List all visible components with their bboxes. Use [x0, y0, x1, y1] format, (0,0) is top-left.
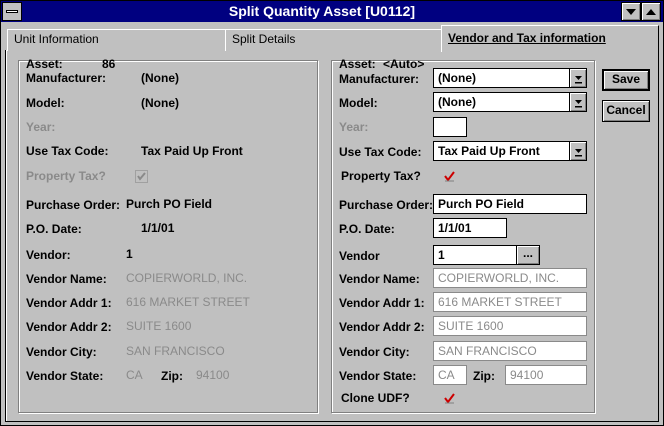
year-input[interactable] [433, 117, 467, 137]
window-title: Split Quantity Asset [U0112] [228, 3, 416, 19]
system-menu-icon[interactable] [2, 2, 22, 21]
cancel-button[interactable]: Cancel [602, 100, 650, 122]
model-selected: (None) [438, 95, 476, 109]
left-state-value: CA [126, 368, 143, 382]
right-manufacturer-label: Manufacturer: [339, 72, 420, 86]
left-manufacturer-label: Manufacturer: [26, 71, 107, 85]
left-property-tax-label: Property Tax? [26, 169, 106, 183]
vendor-state-field: CA [433, 365, 467, 385]
minimize-arrow-icon [626, 9, 636, 15]
maximize-arrow-icon [646, 9, 656, 15]
tab-unit-information[interactable]: Unit Information [7, 29, 227, 51]
original-values-group [18, 60, 318, 413]
dropdown-arrow-icon[interactable] [569, 142, 586, 160]
tab-vendor-and-tax-information[interactable]: Vendor and Tax information [441, 25, 659, 52]
manufacturer-dropdown[interactable]: (None) [433, 68, 587, 88]
left-asset-value: 86 [102, 57, 116, 71]
left-model-label: Model: [26, 96, 65, 110]
right-addr1-label: Vendor Addr 1: [339, 296, 425, 310]
left-addr1-label: Vendor Addr 1: [26, 296, 112, 310]
left-asset-label: Asset: [26, 57, 63, 71]
tab-label: Unit Information [14, 32, 99, 46]
left-po-date-value: 1/1/01 [141, 221, 175, 235]
right-state-label: Vendor State: [339, 369, 417, 383]
left-po-date-label: P.O. Date: [26, 222, 82, 236]
right-property-tax-label: Property Tax? [341, 169, 421, 183]
maximize-button[interactable] [641, 2, 661, 21]
right-po-date-label: P.O. Date: [339, 222, 395, 236]
left-po-value: Purch PO Field [126, 197, 213, 211]
split-quantity-asset-window: Split Quantity Asset [U0112] Unit Inform… [0, 0, 664, 426]
clone-udf-checkbox[interactable] [443, 392, 456, 405]
right-year-label: Year: [339, 120, 369, 134]
right-model-label: Model: [339, 96, 378, 110]
tab-strip: Unit Information Split Details Vendor an… [1, 22, 663, 52]
right-zip-label: Zip: [473, 369, 495, 383]
left-city-label: Vendor City: [26, 345, 97, 359]
use-tax-code-selected: Tax Paid Up Front [438, 144, 540, 158]
right-po-label: Purchase Order: [339, 198, 434, 212]
right-asset-value: <Auto> [383, 57, 425, 71]
left-year-label: Year: [26, 120, 56, 134]
vendor-addr1-field: 616 MARKET STREET [433, 292, 587, 312]
right-city-label: Vendor City: [339, 345, 410, 359]
property-tax-checkbox[interactable] [443, 170, 456, 183]
left-addr2-value: SUITE 1600 [126, 319, 192, 333]
vendor-lookup-button[interactable]: ... [516, 245, 540, 265]
dropdown-arrow-icon[interactable] [569, 69, 586, 87]
left-use-tax-label: Use Tax Code: [26, 144, 109, 158]
left-city-value: SAN FRANCISCO [126, 344, 225, 358]
vendor-name-field: COPIERWORLD, INC. [433, 268, 587, 288]
right-vendor-name-label: Vendor Name: [339, 272, 420, 286]
save-button[interactable]: Save [602, 69, 650, 91]
purchase-order-input[interactable]: Purch PO Field [433, 194, 587, 214]
left-model-value: (None) [141, 96, 179, 110]
left-vendor-name-label: Vendor Name: [26, 272, 107, 286]
manufacturer-selected: (None) [438, 71, 476, 85]
model-dropdown[interactable]: (None) [433, 92, 587, 112]
vendor-zip-field: 94100 [505, 365, 587, 385]
left-vendor-label: Vendor: [26, 248, 71, 262]
tab-label: Split Details [232, 32, 296, 46]
left-property-tax-checkmark-icon [135, 170, 148, 183]
use-tax-code-dropdown[interactable]: Tax Paid Up Front [433, 141, 587, 161]
left-vendor-name-value: COPIERWORLD, INC. [126, 271, 248, 285]
right-asset-label: Asset: [339, 57, 376, 71]
left-zip-label: Zip: [161, 369, 183, 383]
right-vendor-label: Vendor [339, 249, 380, 263]
left-zip-value: 94100 [196, 368, 230, 382]
right-addr2-label: Vendor Addr 2: [339, 320, 425, 334]
left-addr1-value: 616 MARKET STREET [126, 295, 250, 309]
left-po-label: Purchase Order: [26, 198, 121, 212]
dropdown-arrow-icon[interactable] [569, 93, 586, 111]
tab-split-details[interactable]: Split Details [225, 29, 443, 51]
minimize-button[interactable] [621, 2, 641, 21]
title-bar[interactable]: Split Quantity Asset [U0112] [1, 1, 663, 22]
vendor-city-field: SAN FRANCISCO [433, 341, 587, 361]
right-use-tax-label: Use Tax Code: [339, 145, 422, 159]
vendor-input[interactable]: 1 [433, 245, 517, 265]
left-state-label: Vendor State: [26, 369, 104, 383]
tab-label: Vendor and Tax information [448, 31, 606, 45]
po-date-input[interactable]: 1/1/01 [433, 218, 507, 238]
left-manufacturer-value: (None) [141, 71, 179, 85]
vendor-addr2-field: SUITE 1600 [433, 316, 587, 336]
right-clone-udf-label: Clone UDF? [341, 391, 410, 405]
left-addr2-label: Vendor Addr 2: [26, 320, 112, 334]
left-vendor-value: 1 [126, 247, 133, 261]
left-use-tax-value: Tax Paid Up Front [141, 144, 243, 158]
